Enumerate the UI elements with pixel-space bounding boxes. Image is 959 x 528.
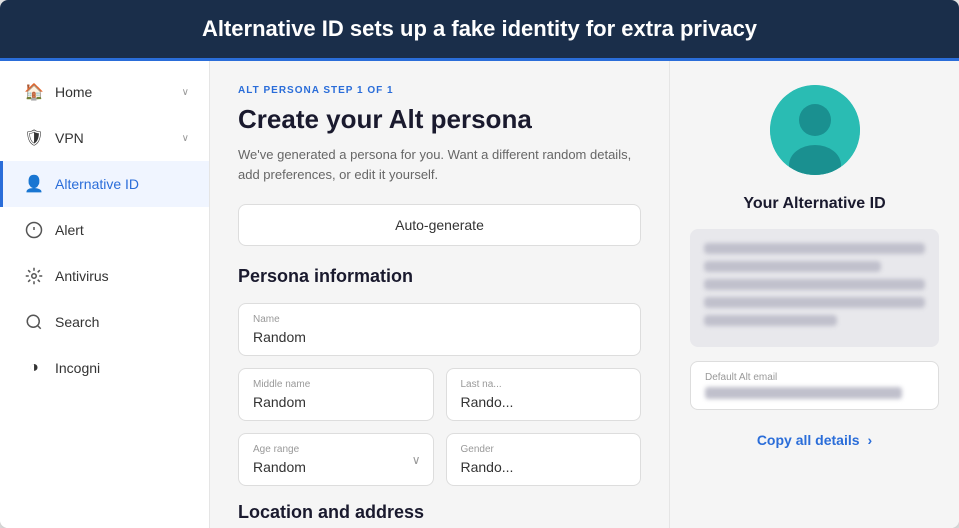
- avatar-svg: [770, 85, 860, 175]
- sidebar-item-alternative-id[interactable]: 👤 Alternative ID: [0, 161, 209, 207]
- main-content: 🏠 Home ∨ 🛡 VPN ∨ 👤 Alternative ID: [0, 61, 959, 528]
- sidebar-item-incogni-label: Incogni: [55, 360, 189, 376]
- name-value: Random: [253, 329, 626, 345]
- sidebar-item-home-label: Home: [55, 84, 182, 100]
- antivirus-icon: [23, 265, 45, 287]
- blurred-info-line-2: [704, 261, 881, 272]
- age-gender-row: Age range Random ∨ Gender Rando...: [238, 433, 641, 486]
- sidebar-item-incogni[interactable]: ◑ Incogni: [0, 345, 209, 391]
- auto-generate-button[interactable]: Auto-generate: [238, 204, 641, 246]
- middle-panel: ALT PERSONA STEP 1 OF 1 Create your Alt …: [210, 61, 669, 528]
- middle-name-value: Random: [253, 394, 419, 410]
- gender-value: Rando...: [461, 459, 627, 475]
- right-panel: Your Alternative ID Default Alt email Co…: [669, 61, 959, 528]
- gender-field[interactable]: Gender Rando...: [446, 433, 642, 486]
- sidebar-item-vpn-label: VPN: [55, 130, 182, 146]
- age-range-value: Random: [253, 459, 419, 475]
- app-wrapper: Alternative ID sets up a fake identity f…: [0, 0, 959, 528]
- last-name-field[interactable]: Last na... Rando...: [446, 368, 642, 421]
- sidebar-item-antivirus[interactable]: Antivirus: [0, 253, 209, 299]
- page-title: Create your Alt persona: [238, 104, 641, 135]
- info-card: [690, 229, 939, 347]
- sidebar-item-antivirus-label: Antivirus: [55, 268, 189, 284]
- blurred-info-line-3: [704, 279, 925, 290]
- age-range-field[interactable]: Age range Random ∨: [238, 433, 434, 486]
- default-alt-email-value: [705, 387, 902, 399]
- vpn-icon: 🛡: [23, 127, 45, 149]
- name-label: Name: [253, 314, 626, 325]
- persona-section-title: Persona information: [238, 266, 641, 287]
- alt-id-title: Your Alternative ID: [743, 195, 885, 213]
- location-section-title: Location and address: [238, 502, 641, 523]
- default-alt-email-label: Default Alt email: [705, 372, 924, 383]
- page-description: We've generated a persona for you. Want …: [238, 145, 641, 184]
- sidebar-item-vpn[interactable]: 🛡 VPN ∨: [0, 115, 209, 161]
- name-field[interactable]: Name Random: [238, 303, 641, 356]
- sidebar-item-search-label: Search: [55, 314, 189, 330]
- gender-label: Gender: [461, 444, 627, 455]
- middle-last-name-row: Middle name Random Last na... Rando...: [238, 368, 641, 421]
- chevron-down-icon: ∨: [412, 453, 421, 467]
- search-icon: [23, 311, 45, 333]
- last-name-label: Last na...: [461, 379, 627, 390]
- sidebar-item-search[interactable]: Search: [0, 299, 209, 345]
- copy-all-details-label: Copy all details: [757, 432, 860, 448]
- sidebar-item-alert-label: Alert: [55, 222, 189, 238]
- blurred-info-line-1: [704, 243, 925, 254]
- blurred-info-line-5: [704, 315, 837, 326]
- sidebar-item-alternative-id-label: Alternative ID: [55, 176, 189, 192]
- user-icon: 👤: [23, 173, 45, 195]
- name-row: Name Random: [238, 303, 641, 356]
- sidebar-item-home[interactable]: 🏠 Home ∨: [0, 69, 209, 115]
- sidebar: 🏠 Home ∨ 🛡 VPN ∨ 👤 Alternative ID: [0, 61, 210, 528]
- auto-generate-label: Auto-generate: [395, 217, 484, 233]
- chevron-down-icon: ∨: [182, 133, 189, 144]
- step-label: ALT PERSONA STEP 1 OF 1: [238, 85, 641, 96]
- blurred-info-line-4: [704, 297, 925, 308]
- chevron-right-icon: ›: [868, 432, 873, 448]
- home-icon: 🏠: [23, 81, 45, 103]
- copy-all-details-button[interactable]: Copy all details ›: [741, 424, 888, 456]
- banner-text: Alternative ID sets up a fake identity f…: [202, 16, 757, 41]
- avatar: [770, 85, 860, 175]
- default-alt-email-container: Default Alt email: [690, 361, 939, 410]
- chevron-down-icon: ∨: [182, 87, 189, 98]
- alert-icon: [23, 219, 45, 241]
- sidebar-item-alert[interactable]: Alert: [0, 207, 209, 253]
- middle-name-label: Middle name: [253, 379, 419, 390]
- top-banner: Alternative ID sets up a fake identity f…: [0, 0, 959, 61]
- incogni-icon: ◑: [23, 357, 45, 379]
- middle-name-field[interactable]: Middle name Random: [238, 368, 434, 421]
- age-range-label: Age range: [253, 444, 419, 455]
- last-name-value: Rando...: [461, 394, 627, 410]
